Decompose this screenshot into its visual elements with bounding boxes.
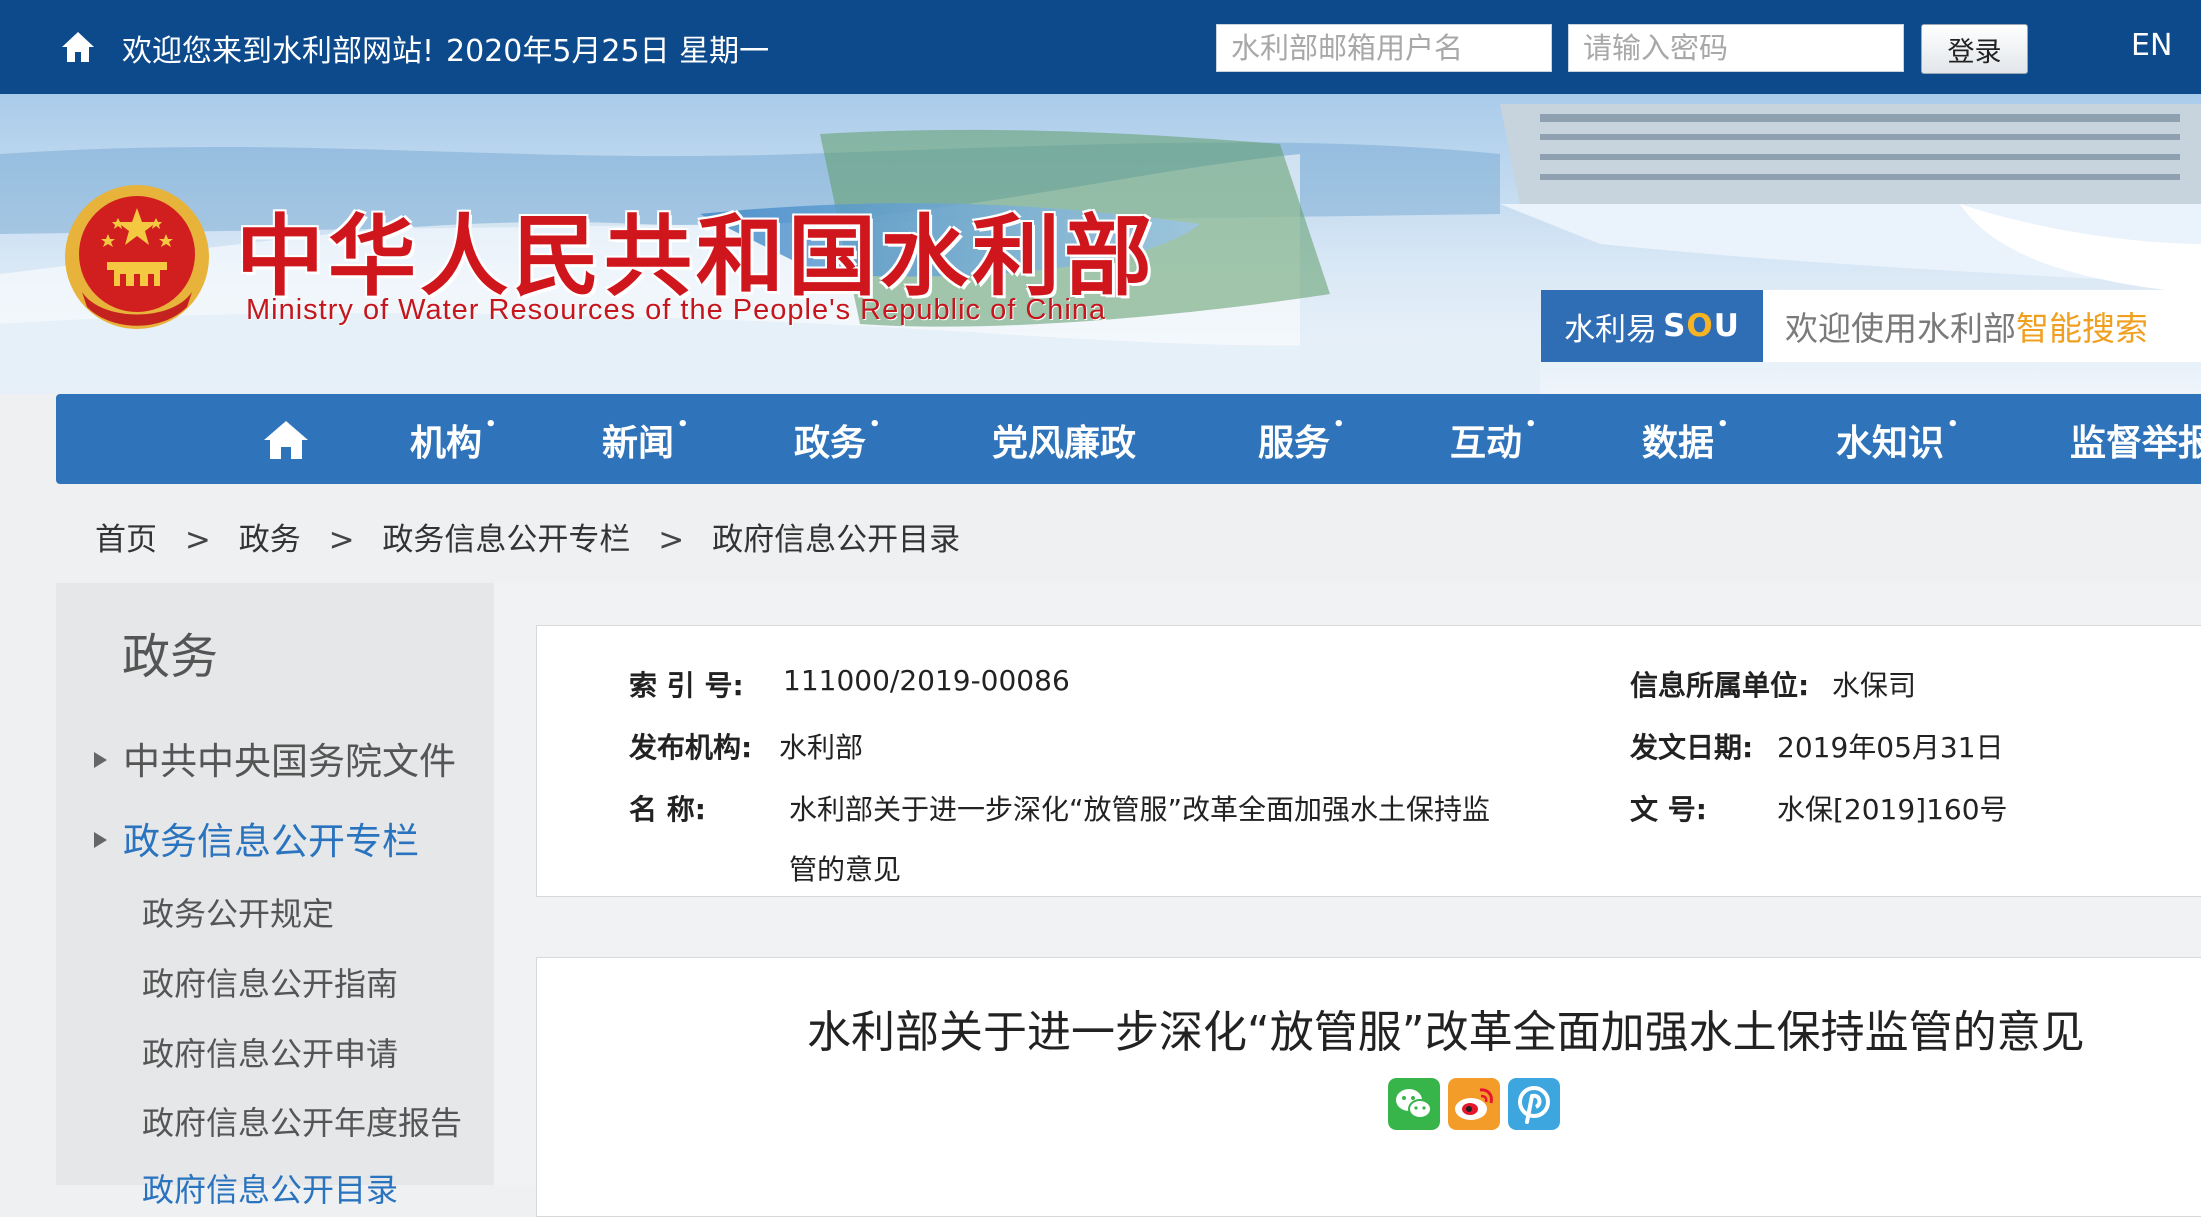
dropdown-marker-icon: • (869, 414, 881, 435)
nav-label: 数据 (1642, 423, 1715, 464)
search-hint-text: 欢迎使用水利部 (1785, 309, 2016, 348)
sidebar-item-disclosure-guide[interactable]: 政府信息公开指南 (142, 959, 398, 1005)
dropdown-marker-icon: • (1947, 414, 1959, 435)
sidebar-item-disclosure-catalog[interactable]: 政府信息公开目录 (142, 1165, 398, 1211)
weibo-icon[interactable] (1448, 1078, 1500, 1130)
document-title: 水利部关于进一步深化“放管服”改革全面加强水土保持监管的意见 (807, 1007, 2085, 1058)
dropdown-marker-icon: • (1525, 414, 1537, 435)
site-banner: 中华人民共和国水利部 Ministry of Water Resources o… (0, 94, 2201, 394)
site-subtitle: Ministry of Water Resources of the Peopl… (246, 294, 1107, 326)
home-icon[interactable] (262, 419, 310, 461)
owning-unit-label: 信息所属单位: (1630, 669, 1810, 702)
nav-label: 监督举报 (2070, 423, 2201, 464)
index-number-label: 索 引 号: (629, 669, 744, 702)
index-number-value: 111000/2019-00086 (783, 664, 1070, 697)
expand-arrow-icon (94, 831, 107, 848)
nav-label: 水知识 (1836, 423, 1945, 464)
document-body-panel: 水利部关于进一步深化“放管服”改革全面加强水土保持监管的意见 (536, 957, 2201, 1217)
nav-label: 新闻 (602, 423, 675, 464)
issue-date-value: 2019年05月31日 (1777, 731, 2004, 764)
site-search-input[interactable]: 欢迎使用水利部 智能搜索 (1763, 290, 2201, 362)
breadcrumb-separator: > (328, 522, 355, 558)
search-brand-s: S (1663, 308, 1687, 344)
nav-label: 机构 (410, 423, 483, 464)
pinterest-icon[interactable] (1508, 1078, 1560, 1130)
breadcrumb-current[interactable]: 政府信息公开目录 (712, 522, 960, 558)
current-date: 2020年5月25日 星期一 (446, 34, 770, 69)
breadcrumb-separator: > (184, 522, 211, 558)
nav-label: 党风廉政 (992, 423, 1137, 464)
sidebar-item-disclosure-rules[interactable]: 政务公开规定 (142, 889, 334, 935)
nav-label: 服务 (1258, 423, 1331, 464)
nav-item-shuju[interactable]: 数据 • (1642, 414, 1729, 466)
dropdown-marker-icon: • (485, 414, 497, 435)
sidebar-item-disclosure-application[interactable]: 政府信息公开申请 (142, 1029, 398, 1075)
home-icon[interactable] (60, 30, 96, 64)
nav-item-hudong[interactable]: 互动 • (1450, 414, 1537, 466)
sidebar-category-info-disclosure[interactable]: 政务信息公开专栏 (94, 811, 419, 865)
nav-label: 政务 (794, 423, 867, 464)
document-name-label: 名 称: (629, 793, 706, 826)
nav-item-jiandu[interactable]: 监督举报 (2070, 414, 2201, 466)
language-switch-link[interactable]: EN (2131, 28, 2172, 63)
dropdown-marker-icon: • (677, 414, 689, 435)
issue-date-label: 发文日期: (1630, 731, 1754, 764)
search-brand-o: O (1686, 308, 1714, 344)
top-bar: 欢迎您来到水利部网站! 2020年5月25日 星期一 登录 EN (0, 0, 2201, 94)
nav-item-jigou[interactable]: 机构 • (410, 414, 497, 466)
sidebar: 政务 中共中央国务院文件 政务信息公开专栏 政务公开规定 政府信息公开指南 政府… (56, 583, 494, 1209)
password-input[interactable] (1568, 24, 1904, 72)
dropdown-marker-icon: • (1333, 414, 1345, 435)
owning-unit-value: 水保司 (1832, 669, 1917, 702)
document-name-value-cont: 管的意见 (789, 853, 902, 886)
sidebar-category-label: 中共中央国务院文件 (123, 740, 456, 783)
breadcrumb-separator: > (658, 522, 685, 558)
breadcrumb-zhengwu-link[interactable]: 政务 (239, 522, 301, 558)
main-navigation: 机构 • 新闻 • 政务 • 党风廉政 服务 • 互动 • 数据 • 水知识 • 监督举报 (56, 394, 2201, 484)
publisher-label: 发布机构: (629, 731, 753, 764)
breadcrumb-column-link[interactable]: 政务信息公开专栏 (382, 522, 630, 558)
username-input[interactable] (1216, 24, 1552, 72)
breadcrumb: 首页 > 政务 > 政务信息公开专栏 > 政府信息公开目录 (95, 514, 960, 559)
search-brand-prefix: 水利易 (1564, 311, 1658, 348)
sidebar-category-label: 政务信息公开专栏 (123, 820, 419, 863)
national-emblem-icon (65, 185, 209, 329)
login-button[interactable]: 登录 (1921, 24, 2028, 74)
dropdown-marker-icon: • (1717, 414, 1729, 435)
nav-item-shuizhishi[interactable]: 水知识 • (1836, 414, 1959, 466)
search-brand-label: 水利易 SOU (1541, 290, 1763, 362)
nav-label: 互动 (1450, 423, 1523, 464)
main-content: 索 引 号: 111000/2019-00086 发布机构: 水利部 名 称: … (494, 583, 2201, 1217)
sidebar-item-annual-report[interactable]: 政府信息公开年度报告 (142, 1098, 462, 1144)
document-number-value: 水保[2019]160号 (1777, 793, 2008, 826)
sidebar-title: 政务 (122, 629, 219, 685)
search-brand-logo: SOU (1663, 308, 1740, 344)
search-brand-u: U (1713, 308, 1740, 344)
nav-item-fuwu[interactable]: 服务 • (1258, 414, 1345, 466)
nav-item-dangfeng[interactable]: 党风廉政 (992, 414, 1136, 466)
expand-arrow-icon (94, 751, 107, 768)
document-name-value: 水利部关于进一步深化“放管服”改革全面加强水土保持监 (789, 793, 1491, 826)
document-number-label: 文 号: (1630, 793, 1707, 826)
breadcrumb-home-link[interactable]: 首页 (95, 522, 157, 558)
publisher-value: 水利部 (779, 731, 864, 764)
nav-item-xinwen[interactable]: 新闻 • (602, 414, 689, 466)
nav-item-zhengwu[interactable]: 政务 • (794, 414, 881, 466)
wechat-icon[interactable] (1388, 1078, 1440, 1130)
search-hint-highlight: 智能搜索 (2016, 309, 2148, 348)
document-metadata-panel: 索 引 号: 111000/2019-00086 发布机构: 水利部 名 称: … (536, 625, 2201, 897)
welcome-text: 欢迎您来到水利部网站! (122, 34, 435, 69)
sidebar-category-central-documents[interactable]: 中共中央国务院文件 (94, 731, 456, 785)
